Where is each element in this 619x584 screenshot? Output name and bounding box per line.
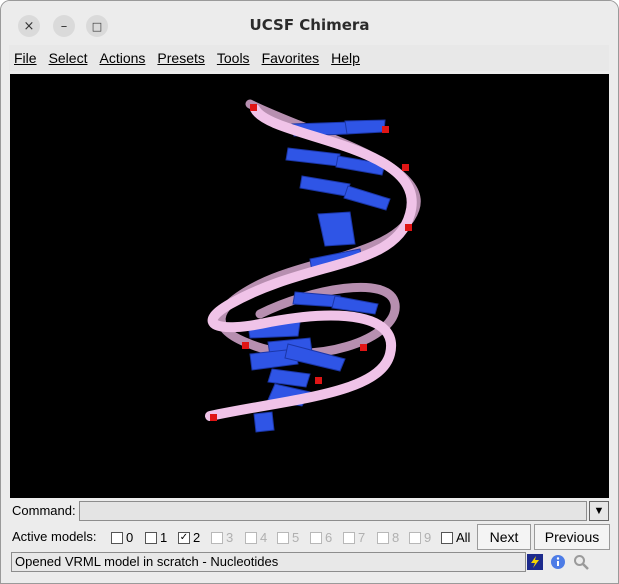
model-checkbox-6: 6 <box>310 530 332 545</box>
model-checkbox-label: 5 <box>292 530 300 545</box>
checkbox-unchecked[interactable] <box>145 531 157 544</box>
menu-tools[interactable]: Tools <box>212 50 255 66</box>
model-checkbox-all[interactable]: All <box>441 530 470 545</box>
menu-file[interactable]: File <box>9 50 42 66</box>
magnifier-icon[interactable] <box>573 554 589 570</box>
model-checkbox-7: 7 <box>343 530 365 545</box>
previous-button[interactable]: Previous <box>534 524 610 550</box>
model-checkbox-5: 5 <box>277 530 299 545</box>
checkbox-checked[interactable]: ✓ <box>178 531 190 544</box>
model-checkbox-1[interactable]: 1 <box>145 530 167 545</box>
checkbox-unchecked <box>409 531 421 544</box>
checkbox-unchecked <box>310 531 322 544</box>
model-checkbox-label: All <box>456 530 471 545</box>
command-input[interactable] <box>79 501 587 521</box>
graphics-viewport[interactable] <box>10 74 609 498</box>
model-checkbox-label: 2 <box>193 530 201 545</box>
window-title: UCSF Chimera <box>249 16 370 34</box>
checkbox-unchecked <box>245 531 257 544</box>
model-checkbox-2[interactable]: ✓ 2 <box>178 530 200 545</box>
status-row: Opened VRML model in scratch - Nucleotid… <box>9 552 609 574</box>
model-checkbox-8: 8 <box>377 530 399 545</box>
model-checkbox-label: 9 <box>424 530 432 545</box>
menu-presets[interactable]: Presets <box>152 50 209 66</box>
dna-helix-render <box>205 99 421 433</box>
chimera-window: × – □ UCSF Chimera File Select Actions P… <box>0 0 619 584</box>
checkbox-unchecked <box>277 531 289 544</box>
menu-bar: File Select Actions Presets Tools Favori… <box>9 45 609 71</box>
command-history-dropdown[interactable]: ▼ <box>589 501 609 521</box>
checkbox-unchecked[interactable] <box>441 531 453 544</box>
menu-help[interactable]: Help <box>326 50 365 66</box>
checkbox-unchecked[interactable] <box>111 531 123 544</box>
model-checkbox-label: 0 <box>126 530 134 545</box>
model-checkbox-label: 8 <box>392 530 400 545</box>
model-checkbox-4: 4 <box>245 530 267 545</box>
command-label: Command: <box>12 503 76 518</box>
status-message: Opened VRML model in scratch - Nucleotid… <box>11 552 526 572</box>
menu-favorites[interactable]: Favorites <box>257 50 325 66</box>
model-checkbox-label: 7 <box>358 530 366 545</box>
title-bar: × – □ UCSF Chimera <box>1 1 618 44</box>
model-checkbox-label: 4 <box>260 530 268 545</box>
info-icon[interactable] <box>550 554 566 570</box>
menu-actions[interactable]: Actions <box>94 50 150 66</box>
menu-select[interactable]: Select <box>44 50 93 66</box>
model-checkbox-0[interactable]: 0 <box>111 530 133 545</box>
active-models-row: Active models: 0 1 ✓ 2 3 4 5 6 7 8 9 All Next Previ… <box>9 524 610 550</box>
model-checkbox-label: 3 <box>226 530 234 545</box>
next-button[interactable]: Next <box>477 524 531 550</box>
active-models-label: Active models: <box>12 529 97 544</box>
checkbox-unchecked <box>377 531 389 544</box>
lightning-icon[interactable] <box>527 554 543 570</box>
chevron-down-icon: ▼ <box>593 505 605 517</box>
model-checkbox-label: 6 <box>325 530 333 545</box>
checkbox-unchecked <box>343 531 355 544</box>
model-checkbox-9: 9 <box>409 530 431 545</box>
model-checkbox-3: 3 <box>211 530 233 545</box>
command-row: Command: ▼ <box>9 501 609 523</box>
checkbox-unchecked <box>211 531 223 544</box>
model-checkbox-label: 1 <box>160 530 168 545</box>
